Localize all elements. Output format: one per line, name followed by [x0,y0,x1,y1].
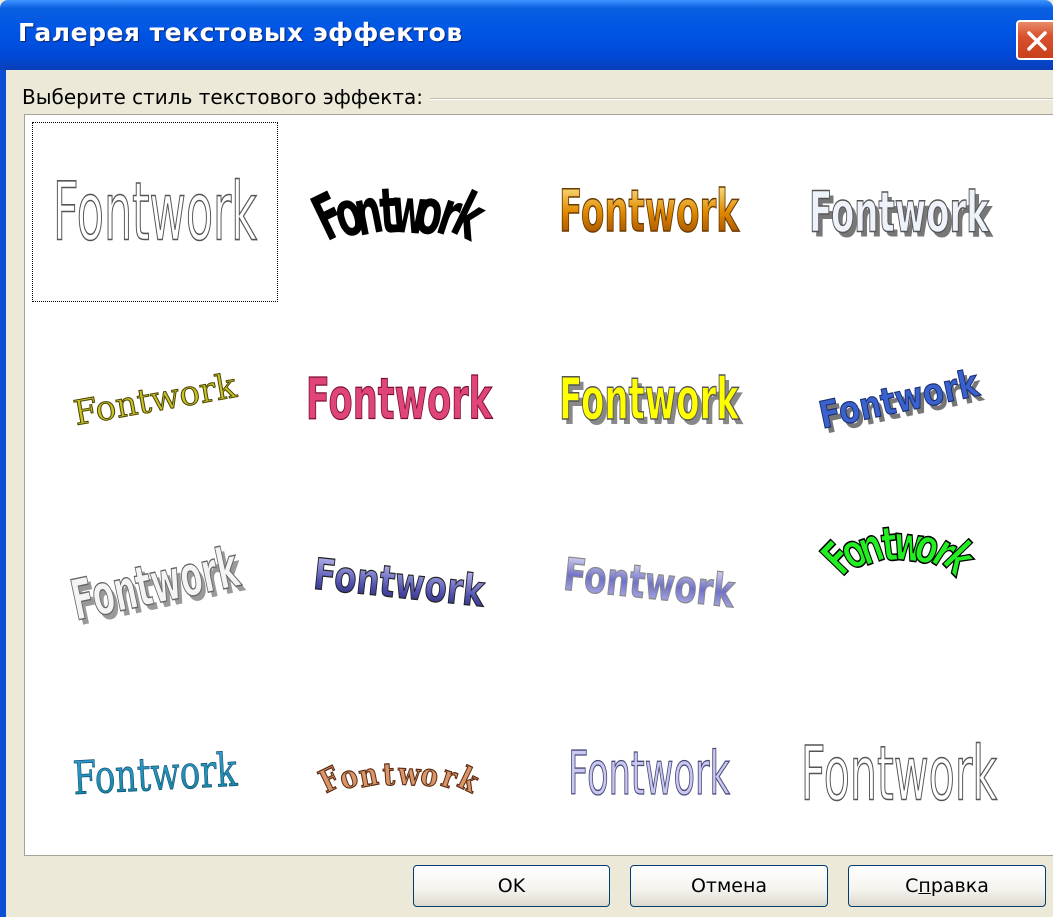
fontwork-style-item[interactable]: Fontwork [277,685,521,863]
fontwork-sample-text: Fontwork [72,742,239,805]
fontwork-style-item[interactable]: Fontwork [527,685,771,863]
fontwork-gallery: Fontwork Fo n t w o r k Fontwork Fontwork Fontwork… [24,114,1053,856]
fontwork-style-item[interactable]: Fontwork [277,495,521,673]
fontwork-preview: Fontwork [561,549,739,619]
fontwork-preview: Fontwork [313,754,487,801]
fontwork-style-item[interactable]: Fontwork [277,123,521,301]
fontwork-preview: Fontwork [71,742,239,806]
help-label-prefix: С [905,875,919,897]
fontwork-sample-text: Fontwork [559,178,740,245]
fontwork-sample-text: Fontwork [311,550,488,618]
help-button[interactable]: Справка [848,865,1046,907]
group-divider [430,98,1053,100]
fontwork-style-item[interactable]: Fontwork [277,311,521,489]
fontwork-preview: FontworkFontwork [65,534,250,639]
fontwork-style-item[interactable]: Fontwork [32,122,278,302]
fontwork-style-item[interactable]: Fontwork [527,495,771,673]
help-label-mnemonic: п [918,875,931,897]
fontwork-preview: FontworkFontwork [809,179,994,250]
fontwork-preview: FontworkFontwork [559,366,744,439]
close-button[interactable] [1016,20,1053,60]
fontwork-sample-letter: t [382,755,397,793]
fontwork-preview: Fontwork [302,175,497,257]
fontwork-preview: Fontwork [311,550,489,619]
fontwork-preview: Fontwork [305,366,493,433]
fontwork-preview: Fontwork [52,164,257,259]
title-bar[interactable]: Галерея текстовых эффектов [0,0,1053,70]
help-label-suffix: равка [930,875,989,897]
fontwork-sample-text: Fontwork [53,165,257,259]
fontwork-style-item[interactable]: Fontwork Fontwork [777,311,1021,489]
fontwork-sample-text: Fontwork [568,739,730,808]
close-icon [1027,31,1047,51]
fontwork-preview: Fontwork [559,178,741,246]
fontwork-sample-text: Fontwork [559,366,740,433]
fontwork-preview: FontworkFontwork [815,361,988,443]
fontwork-sample-text: Fontwork [801,730,997,817]
fontwork-style-item[interactable]: Fontwork Fontwork [33,495,277,673]
ok-button[interactable]: OK [413,865,610,907]
fontwork-style-item[interactable]: Fontwork Fontwork [527,311,771,489]
fontwork-style-item[interactable]: Fontwork [777,495,1021,673]
fontwork-style-item[interactable]: Fontwork Fontwork [777,123,1021,301]
cancel-button[interactable]: Отмена [630,865,828,907]
dialog-window: Галерея текстовых эффектов Выберите стил… [0,0,1053,917]
fontwork-preview: Fontwork [568,739,731,809]
fontwork-preview: Fontwork [70,365,240,434]
gallery-group-label: Выберите стиль текстового эффекта: [22,85,431,109]
window-border [0,70,6,917]
fontwork-preview: Fontwork [810,514,989,587]
dialog-title: Галерея текстовых эффектов [18,18,463,47]
fontwork-style-item[interactable]: Fontwork [33,311,277,489]
fontwork-preview: Fontwork [800,730,998,818]
fontwork-style-item[interactable]: Fontwork [777,685,1021,863]
fontwork-style-item[interactable]: Fontwork [527,123,771,301]
fontwork-sample-text: Fontwork [306,367,493,433]
fontwork-sample-text: Fontwork [561,549,737,618]
fontwork-style-item[interactable]: Fontwork [33,685,277,863]
fontwork-sample-text: Fontwork [71,366,240,434]
fontwork-sample-text: Fontwork [809,179,990,244]
